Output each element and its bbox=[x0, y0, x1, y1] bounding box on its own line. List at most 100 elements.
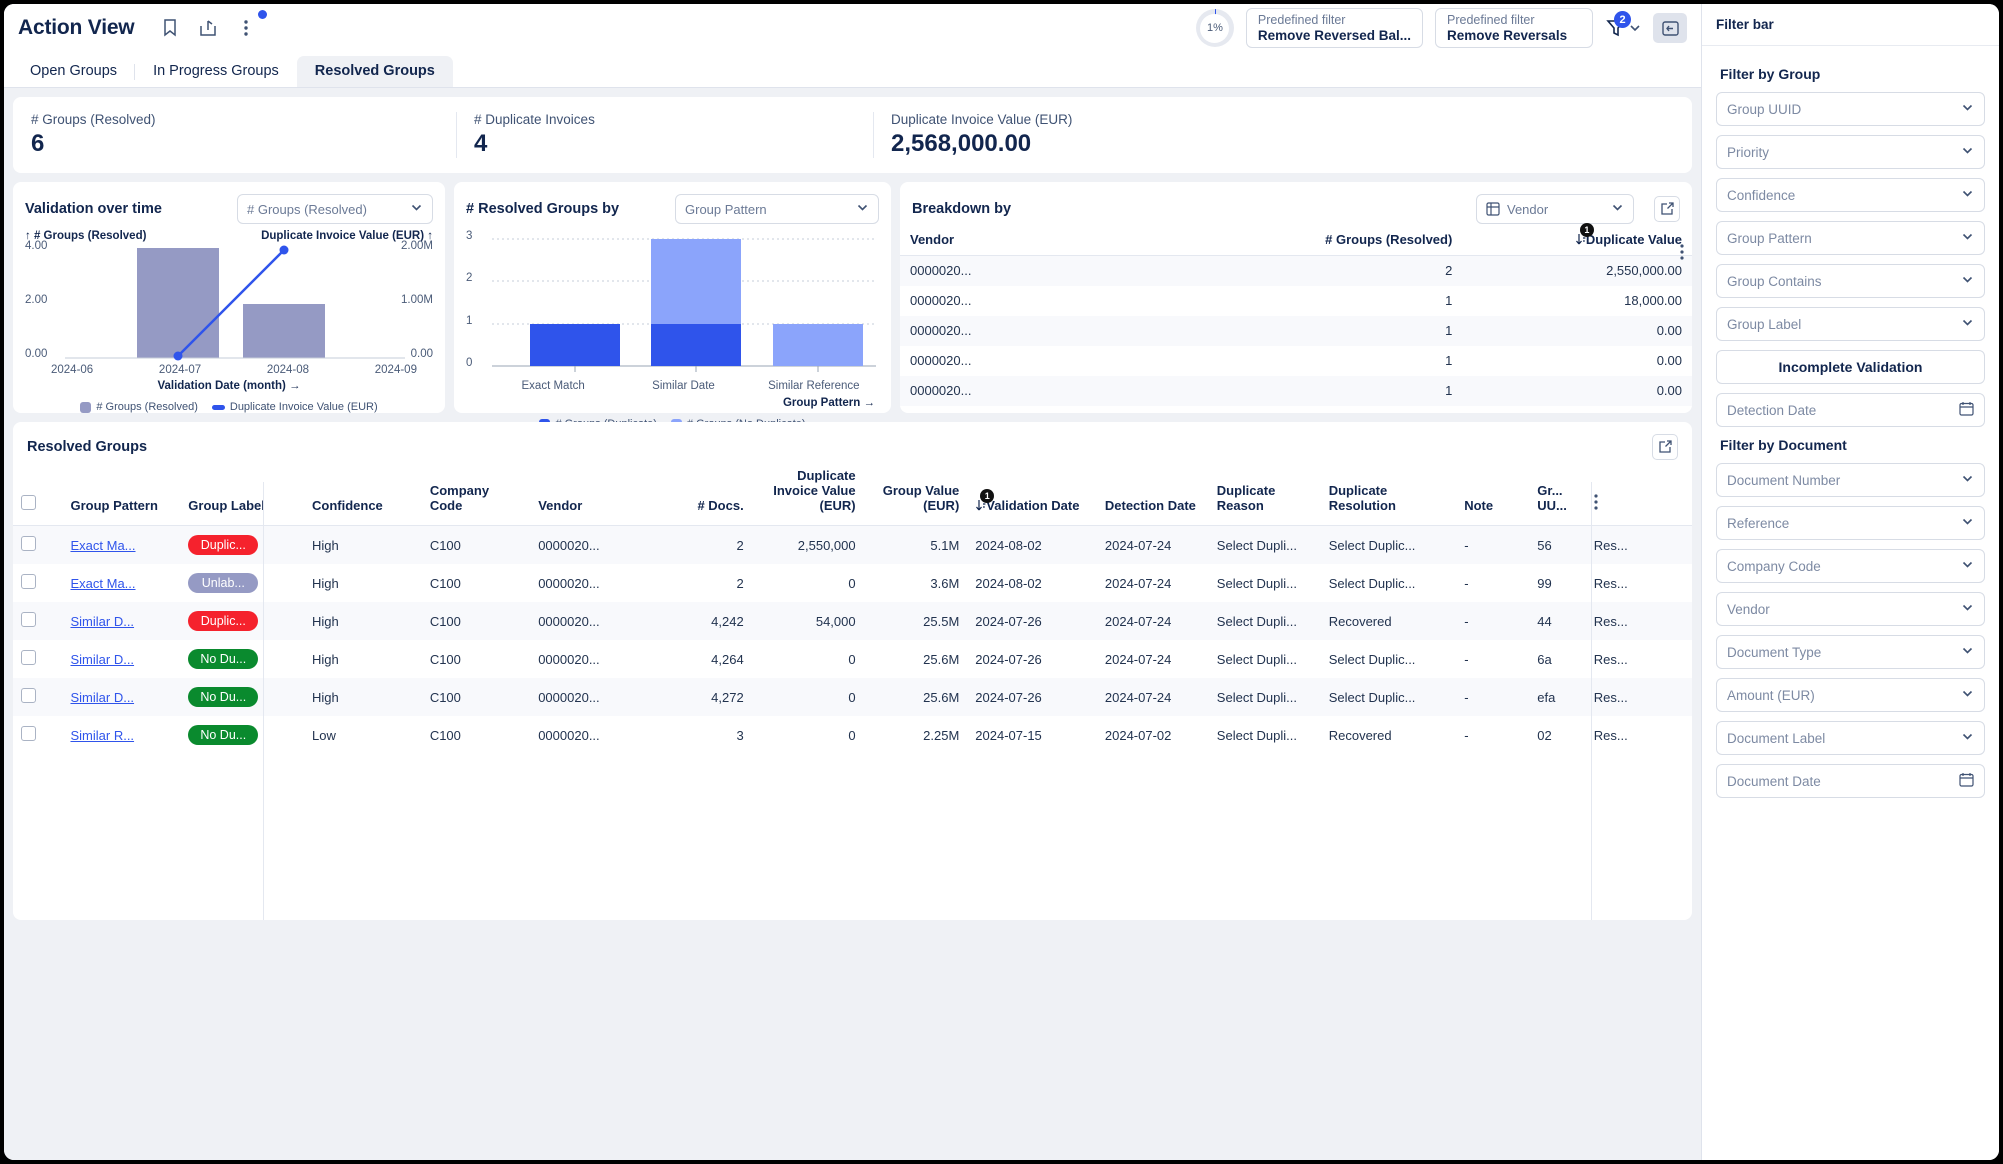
filter-field-confidence[interactable]: Confidence bbox=[1716, 178, 1985, 212]
table-row[interactable]: Exact Ma... Duplic... High C100 0000020... 2 2… bbox=[13, 525, 1692, 565]
col-detection-date[interactable]: Detection Date bbox=[1096, 462, 1209, 526]
table-row[interactable]: 0000020... 1 0.00 bbox=[900, 375, 1692, 406]
validation-chart-measure-select[interactable]: # Groups (Resolved) bbox=[237, 194, 433, 224]
cell-duplicate-reason[interactable]: Select Dupli... bbox=[1209, 602, 1321, 640]
tab-resolved-groups[interactable]: Resolved Groups bbox=[296, 56, 453, 88]
filter-field-reference[interactable]: Reference bbox=[1716, 506, 1985, 540]
table-row[interactable]: 0000020... 1 0.00 bbox=[900, 315, 1692, 346]
cell-group-pattern[interactable]: Similar R... bbox=[62, 716, 180, 754]
cell-duplicate-resolution[interactable]: Select Duplic... bbox=[1321, 564, 1456, 602]
legend-item-groups-resolved: # Groups (Resolved) bbox=[80, 401, 198, 413]
col-confidence[interactable]: Confidence bbox=[304, 462, 422, 526]
bookmark-icon[interactable] bbox=[160, 18, 180, 38]
resolved-groups-dimension-value: Group Pattern bbox=[685, 201, 767, 217]
row-checkbox[interactable] bbox=[21, 574, 36, 589]
filter-field-document-number[interactable]: Document Number bbox=[1716, 463, 1985, 497]
row-checkbox[interactable] bbox=[21, 726, 36, 741]
col-duplicate-reason[interactable]: Duplicate Reason bbox=[1208, 462, 1321, 526]
table-row[interactable]: 0000020... 1 0.00 bbox=[900, 346, 1692, 376]
filter-field-priority[interactable]: Priority bbox=[1716, 135, 1985, 169]
col-num-docs[interactable]: # Docs. bbox=[659, 462, 752, 526]
row-checkbox-cell[interactable] bbox=[13, 640, 62, 678]
filter-field-group-label[interactable]: Group Label bbox=[1716, 307, 1985, 341]
table-row[interactable]: Similar R... No Du... Low C100 0000020... 3 0 2… bbox=[13, 716, 1692, 754]
cell-duplicate-resolution[interactable]: Select Duplic... bbox=[1321, 640, 1456, 678]
cell-duplicate-resolution[interactable]: Recovered bbox=[1321, 602, 1456, 640]
table-row[interactable]: Similar D... No Du... High C100 0000020... 4,… bbox=[13, 678, 1692, 716]
table-row[interactable]: Similar D... Duplic... High C100 0000020... 4… bbox=[13, 602, 1692, 640]
cell-duplicate-reason[interactable]: Select Dupli... bbox=[1209, 678, 1321, 716]
toggle-filter-panel-button[interactable] bbox=[1653, 13, 1687, 43]
cell-duplicate-resolution[interactable]: Select Duplic... bbox=[1321, 678, 1456, 716]
row-checkbox[interactable] bbox=[21, 688, 36, 703]
col-duplicate-invoice-value[interactable]: Duplicate Invoice Value (EUR) bbox=[751, 462, 864, 526]
breakdown-dimension-select[interactable]: Vendor bbox=[1476, 194, 1634, 224]
cell-duplicate-reason[interactable]: Select Dupli... bbox=[1209, 526, 1321, 565]
row-checkbox-cell[interactable] bbox=[13, 716, 62, 754]
filter-field-amount-eur[interactable]: Amount (EUR) bbox=[1716, 678, 1985, 712]
cell-group-pattern[interactable]: Similar D... bbox=[62, 602, 180, 640]
filter-button[interactable]: 2 bbox=[1605, 11, 1641, 39]
row-checkbox[interactable] bbox=[21, 612, 36, 627]
breakdown-col-duplicate-value[interactable]: 1 Duplicate Value bbox=[1462, 223, 1692, 256]
filter-field-label: Group UUID bbox=[1727, 101, 1802, 117]
filter-field-group-pattern[interactable]: Group Pattern bbox=[1716, 221, 1985, 255]
row-checkbox[interactable] bbox=[21, 536, 36, 551]
filter-field-company-code[interactable]: Company Code bbox=[1716, 549, 1985, 583]
predefined-filter-2[interactable]: Predefined filter Remove Reversals bbox=[1435, 8, 1593, 48]
table-expand-button[interactable] bbox=[1652, 434, 1678, 460]
row-checkbox-cell[interactable] bbox=[13, 678, 62, 716]
col-group-value[interactable]: Group Value (EUR) bbox=[863, 462, 968, 526]
col-group-pattern[interactable]: Group Pattern bbox=[62, 462, 181, 526]
row-checkbox-cell[interactable] bbox=[13, 564, 62, 602]
breakdown-col-vendor[interactable]: Vendor bbox=[900, 224, 1162, 256]
filter-field-group-contains[interactable]: Group Contains bbox=[1716, 264, 1985, 298]
cell-duplicate-reason[interactable]: Select Dupli... bbox=[1209, 716, 1321, 754]
filter-field-group-uuid[interactable]: Group UUID bbox=[1716, 92, 1985, 126]
validation-chart-legend: # Groups (Resolved) Duplicate Invoice Va… bbox=[13, 401, 445, 413]
col-vendor[interactable]: Vendor bbox=[530, 462, 660, 526]
cell-group-pattern[interactable]: Similar D... bbox=[62, 640, 180, 678]
breakdown-header: Breakdown by Vendor bbox=[900, 182, 1692, 224]
chevron-down-icon bbox=[1961, 687, 1974, 703]
table-row[interactable]: 0000020... 1 18,000.00 bbox=[900, 286, 1692, 316]
cell-confidence: High bbox=[312, 651, 339, 667]
col-group-label[interactable]: Group Label bbox=[180, 462, 304, 526]
select-all-header[interactable] bbox=[13, 462, 63, 526]
share-icon[interactable] bbox=[198, 18, 218, 38]
col-company-code[interactable]: Company Code bbox=[421, 462, 531, 526]
row-checkbox-cell[interactable] bbox=[13, 602, 62, 640]
filter-field-document-label[interactable]: Document Label bbox=[1716, 721, 1985, 755]
incomplete-validation-button[interactable]: Incomplete Validation bbox=[1716, 350, 1985, 384]
more-vertical-icon[interactable] bbox=[236, 18, 256, 38]
filter-field-vendor[interactable]: Vendor bbox=[1716, 592, 1985, 626]
col-group-uuid[interactable]: Gr... UU... bbox=[1529, 462, 1586, 526]
cell-group-pattern[interactable]: Similar D... bbox=[62, 678, 180, 716]
cell-group-pattern[interactable]: Exact Ma... bbox=[62, 564, 180, 602]
filter-field-document-date[interactable]: Document Date bbox=[1716, 764, 1985, 798]
col-validation-date[interactable]: 1 Validation Date bbox=[967, 462, 1097, 526]
predefined-filter-1[interactable]: Predefined filter Remove Reversed Bal... bbox=[1245, 8, 1423, 48]
breakdown-more-options-button[interactable] bbox=[1680, 244, 1684, 265]
cell-duplicate-resolution[interactable]: Select Duplic... bbox=[1321, 526, 1456, 565]
table-more-options-button[interactable] bbox=[1585, 462, 1692, 526]
tab-in-progress-groups[interactable]: In Progress Groups bbox=[135, 56, 297, 88]
table-row[interactable]: Similar D... No Du... High C100 0000020... 4,… bbox=[13, 640, 1692, 678]
breakdown-col-groups[interactable]: # Groups (Resolved) bbox=[1161, 224, 1463, 256]
row-checkbox[interactable] bbox=[21, 650, 36, 665]
cell-group-pattern[interactable]: Exact Ma... bbox=[62, 526, 180, 565]
resolved-groups-dimension-select[interactable]: Group Pattern bbox=[675, 194, 879, 224]
detection-date-field[interactable]: Detection Date bbox=[1716, 393, 1985, 427]
col-duplicate-resolution[interactable]: Duplicate Resolution bbox=[1320, 462, 1457, 526]
tab-open-groups[interactable]: Open Groups bbox=[12, 56, 136, 88]
table-row[interactable]: 0000020... 2 2,550,000.00 bbox=[900, 255, 1692, 286]
col-note[interactable]: Note bbox=[1456, 462, 1530, 526]
filter-field-document-type[interactable]: Document Type bbox=[1716, 635, 1985, 669]
breakdown-expand-button[interactable] bbox=[1654, 196, 1680, 222]
table-row[interactable]: Exact Ma... Unlab... High C100 0000020... 2 0 3… bbox=[13, 564, 1692, 602]
row-checkbox-cell[interactable] bbox=[13, 526, 62, 565]
cell-duplicate-reason[interactable]: Select Dupli... bbox=[1209, 640, 1321, 678]
cell-duplicate-reason[interactable]: Select Dupli... bbox=[1209, 564, 1321, 602]
select-all-checkbox[interactable] bbox=[21, 495, 36, 510]
cell-duplicate-resolution[interactable]: Recovered bbox=[1321, 716, 1456, 754]
